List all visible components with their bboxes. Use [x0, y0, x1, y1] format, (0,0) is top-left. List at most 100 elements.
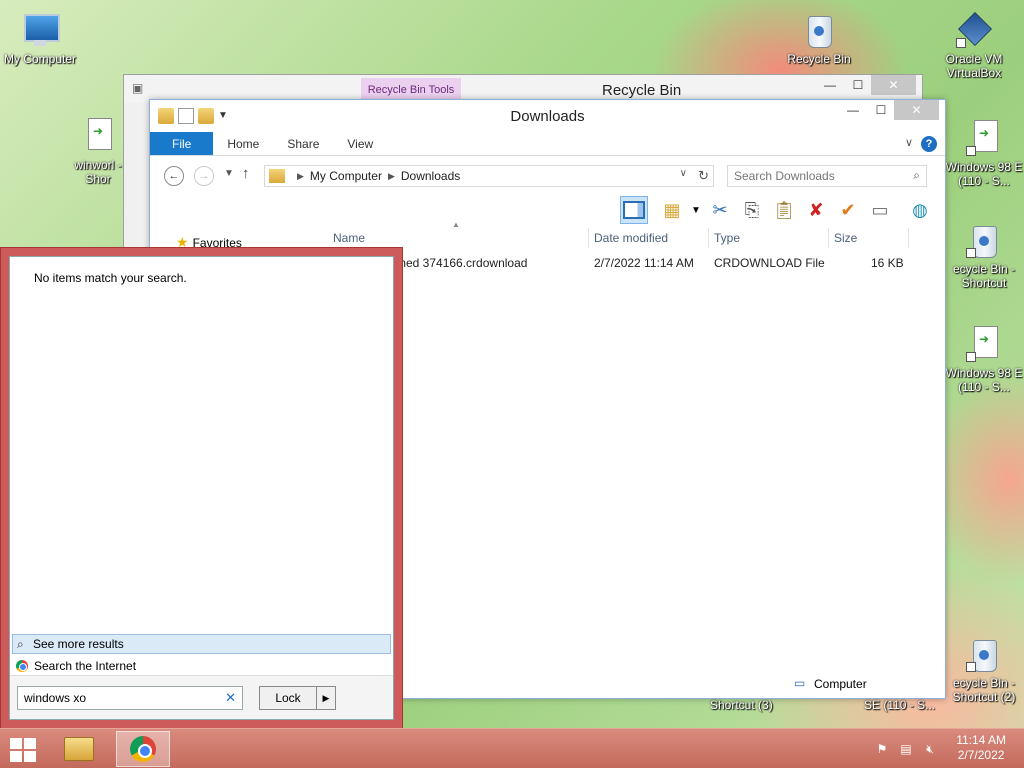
forward-button[interactable]: →: [194, 166, 214, 186]
tab-file[interactable]: File: [150, 132, 214, 155]
start-search-input[interactable]: windows xo ✕: [17, 686, 243, 710]
desktop-icon-label: winworl - Shor: [74, 158, 122, 186]
desktop-icon-win98-1[interactable]: Windows 98 E (110 - S...: [944, 118, 1024, 188]
checkmark-icon: ✔: [840, 199, 856, 220]
windows-logo-icon: [24, 751, 36, 762]
taskbar: ⚑ ▤ 🔇︎ 11:14 AM 2/7/2022: [0, 728, 1024, 768]
ribbon-tabs: File Home Share View ∨ ?: [150, 132, 945, 156]
search-input[interactable]: Search Downloads ⌕: [727, 165, 927, 187]
preview-pane-button[interactable]: [620, 196, 648, 224]
maximize-icon[interactable]: ☐: [867, 100, 895, 120]
breadcrumb-separator-icon[interactable]: ▶: [297, 171, 304, 182]
desktop-icon-label: My Computer: [3, 52, 77, 66]
back-button[interactable]: ←: [164, 166, 184, 186]
volume-muted-icon[interactable]: 🔇︎: [922, 741, 938, 757]
copy-icon: ⎘: [744, 199, 760, 220]
search-internet-link[interactable]: Search the Internet: [16, 659, 136, 673]
see-more-results-link[interactable]: ⌕ See more results: [12, 634, 391, 654]
breadcrumb-separator-icon[interactable]: ▶: [388, 171, 395, 182]
minimize-icon[interactable]: —: [839, 100, 867, 120]
breadcrumb-downloads[interactable]: Downloads: [401, 169, 460, 183]
column-divider[interactable]: [828, 228, 829, 248]
desktop-icon-label: Windows 98 E (110 - S...: [945, 366, 1023, 394]
column-divider[interactable]: [908, 228, 909, 248]
taskbar-file-explorer[interactable]: [52, 731, 106, 767]
desktop-label-shortcut-3[interactable]: Shortcut (3): [710, 698, 773, 712]
windows-logo-icon: [24, 738, 36, 749]
cut-button[interactable]: ✂: [706, 196, 734, 224]
desktop-icon-recycle-shortcut-2[interactable]: ecycle Bin - Shortcut (2): [944, 634, 1024, 704]
quick-access-icon[interactable]: ▣: [132, 81, 143, 95]
recent-locations-icon[interactable]: ▼: [224, 168, 234, 179]
lock-button[interactable]: Lock: [259, 686, 317, 710]
power-options-arrow-icon[interactable]: ▶: [316, 686, 336, 710]
windows-logo-icon: [10, 751, 22, 762]
network-icon[interactable]: ▤: [898, 741, 914, 757]
search-icon[interactable]: ⌕: [913, 168, 920, 183]
globe-icon: ◍: [912, 199, 928, 220]
new-item-button[interactable]: ▭: [866, 196, 894, 224]
address-bar[interactable]: ▶ My Computer ▶ Downloads ∨ ↻: [264, 165, 714, 187]
desktop-icon-win98-2[interactable]: Windows 98 E (110 - S...: [944, 324, 1024, 394]
command-toolbar: ▦ ▼ ✂ ⎘ 📋︎ ✘ ✔ ▭ ◍: [150, 194, 945, 226]
downloads-titlebar[interactable]: ▼ Downloads — ☐ ✕: [150, 100, 945, 132]
column-divider[interactable]: [708, 228, 709, 248]
desktop-icon-recycle-bin[interactable]: Recycle Bin: [779, 10, 859, 66]
windows-logo-icon: [10, 738, 22, 749]
column-divider[interactable]: [588, 228, 589, 248]
internet-button[interactable]: ◍: [906, 196, 934, 224]
rename-button[interactable]: ✔: [834, 196, 862, 224]
close-icon[interactable]: ✕: [894, 100, 939, 120]
shortcut-doc-icon: [964, 324, 1004, 364]
desktop-icon-virtualbox[interactable]: Oracle VM VirtualBox: [934, 10, 1014, 80]
close-icon[interactable]: ✕: [871, 75, 916, 95]
column-header-type[interactable]: Type: [714, 226, 740, 250]
help-icon[interactable]: ?: [921, 136, 937, 152]
shortcut-arrow-icon: [966, 352, 976, 362]
desktop-icon-recycle-shortcut[interactable]: ecycle Bin - Shortcut: [944, 220, 1024, 290]
desktop-icon-label: Oracle VM VirtualBox: [945, 52, 1003, 80]
tab-share[interactable]: Share: [273, 132, 333, 155]
paste-button[interactable]: 📋︎: [770, 196, 798, 224]
search-icon: ⌕: [17, 637, 24, 651]
shortcut-arrow-icon: [966, 662, 976, 672]
virtualbox-icon: [954, 10, 994, 50]
tab-view[interactable]: View: [333, 132, 387, 155]
scissors-icon: ✂: [712, 199, 728, 220]
file-type: CRDOWNLOAD File: [714, 256, 825, 270]
desktop-label-se[interactable]: SE (110 - S...: [864, 698, 935, 712]
taskbar-chrome[interactable]: [116, 731, 170, 767]
window-title: Downloads: [510, 108, 585, 125]
sort-ascending-icon: ▲: [452, 220, 460, 229]
action-center-flag-icon[interactable]: ⚑: [874, 741, 890, 757]
see-more-label: See more results: [33, 637, 124, 651]
system-clock[interactable]: 11:14 AM 2/7/2022: [956, 733, 1006, 763]
clock-date: 2/7/2022: [957, 748, 1005, 762]
desktop-icon-label: ecycle Bin - Shortcut: [952, 262, 1016, 290]
document-icon: [78, 116, 118, 156]
chrome-icon: [16, 660, 28, 672]
chrome-icon: [130, 736, 156, 762]
desktop-icon-label: ecycle Bin - Shortcut (2): [952, 676, 1016, 704]
up-button[interactable]: ↑: [242, 165, 250, 182]
clear-icon[interactable]: ✕: [225, 690, 236, 706]
recycle-bin-icon: [799, 10, 839, 50]
delete-button[interactable]: ✘: [802, 196, 830, 224]
breadcrumb-my-computer[interactable]: My Computer: [310, 169, 382, 183]
minimize-icon[interactable]: —: [816, 75, 844, 95]
desktop-icon-winworld[interactable]: winworl - Shor: [68, 116, 128, 186]
desktop-icon-my-computer[interactable]: My Computer: [0, 10, 80, 66]
address-row: ← → ▼ ↑ ▶ My Computer ▶ Downloads ∨ ↻ Se…: [150, 156, 945, 194]
refresh-icon[interactable]: ↻: [698, 168, 709, 184]
tab-home[interactable]: Home: [213, 132, 273, 155]
expand-ribbon-icon[interactable]: ∨: [905, 136, 913, 149]
recycle-bin-icon: [964, 220, 1004, 260]
copy-button[interactable]: ⎘: [738, 196, 766, 224]
search-query: windows xo: [24, 691, 87, 705]
start-button[interactable]: [8, 736, 38, 762]
chevron-down-icon[interactable]: ∨: [680, 168, 687, 179]
clock-time: 11:14 AM: [956, 733, 1006, 747]
column-header-size[interactable]: Size: [834, 226, 857, 250]
maximize-icon[interactable]: ☐: [844, 75, 872, 95]
column-header-date[interactable]: Date modified: [594, 226, 668, 250]
